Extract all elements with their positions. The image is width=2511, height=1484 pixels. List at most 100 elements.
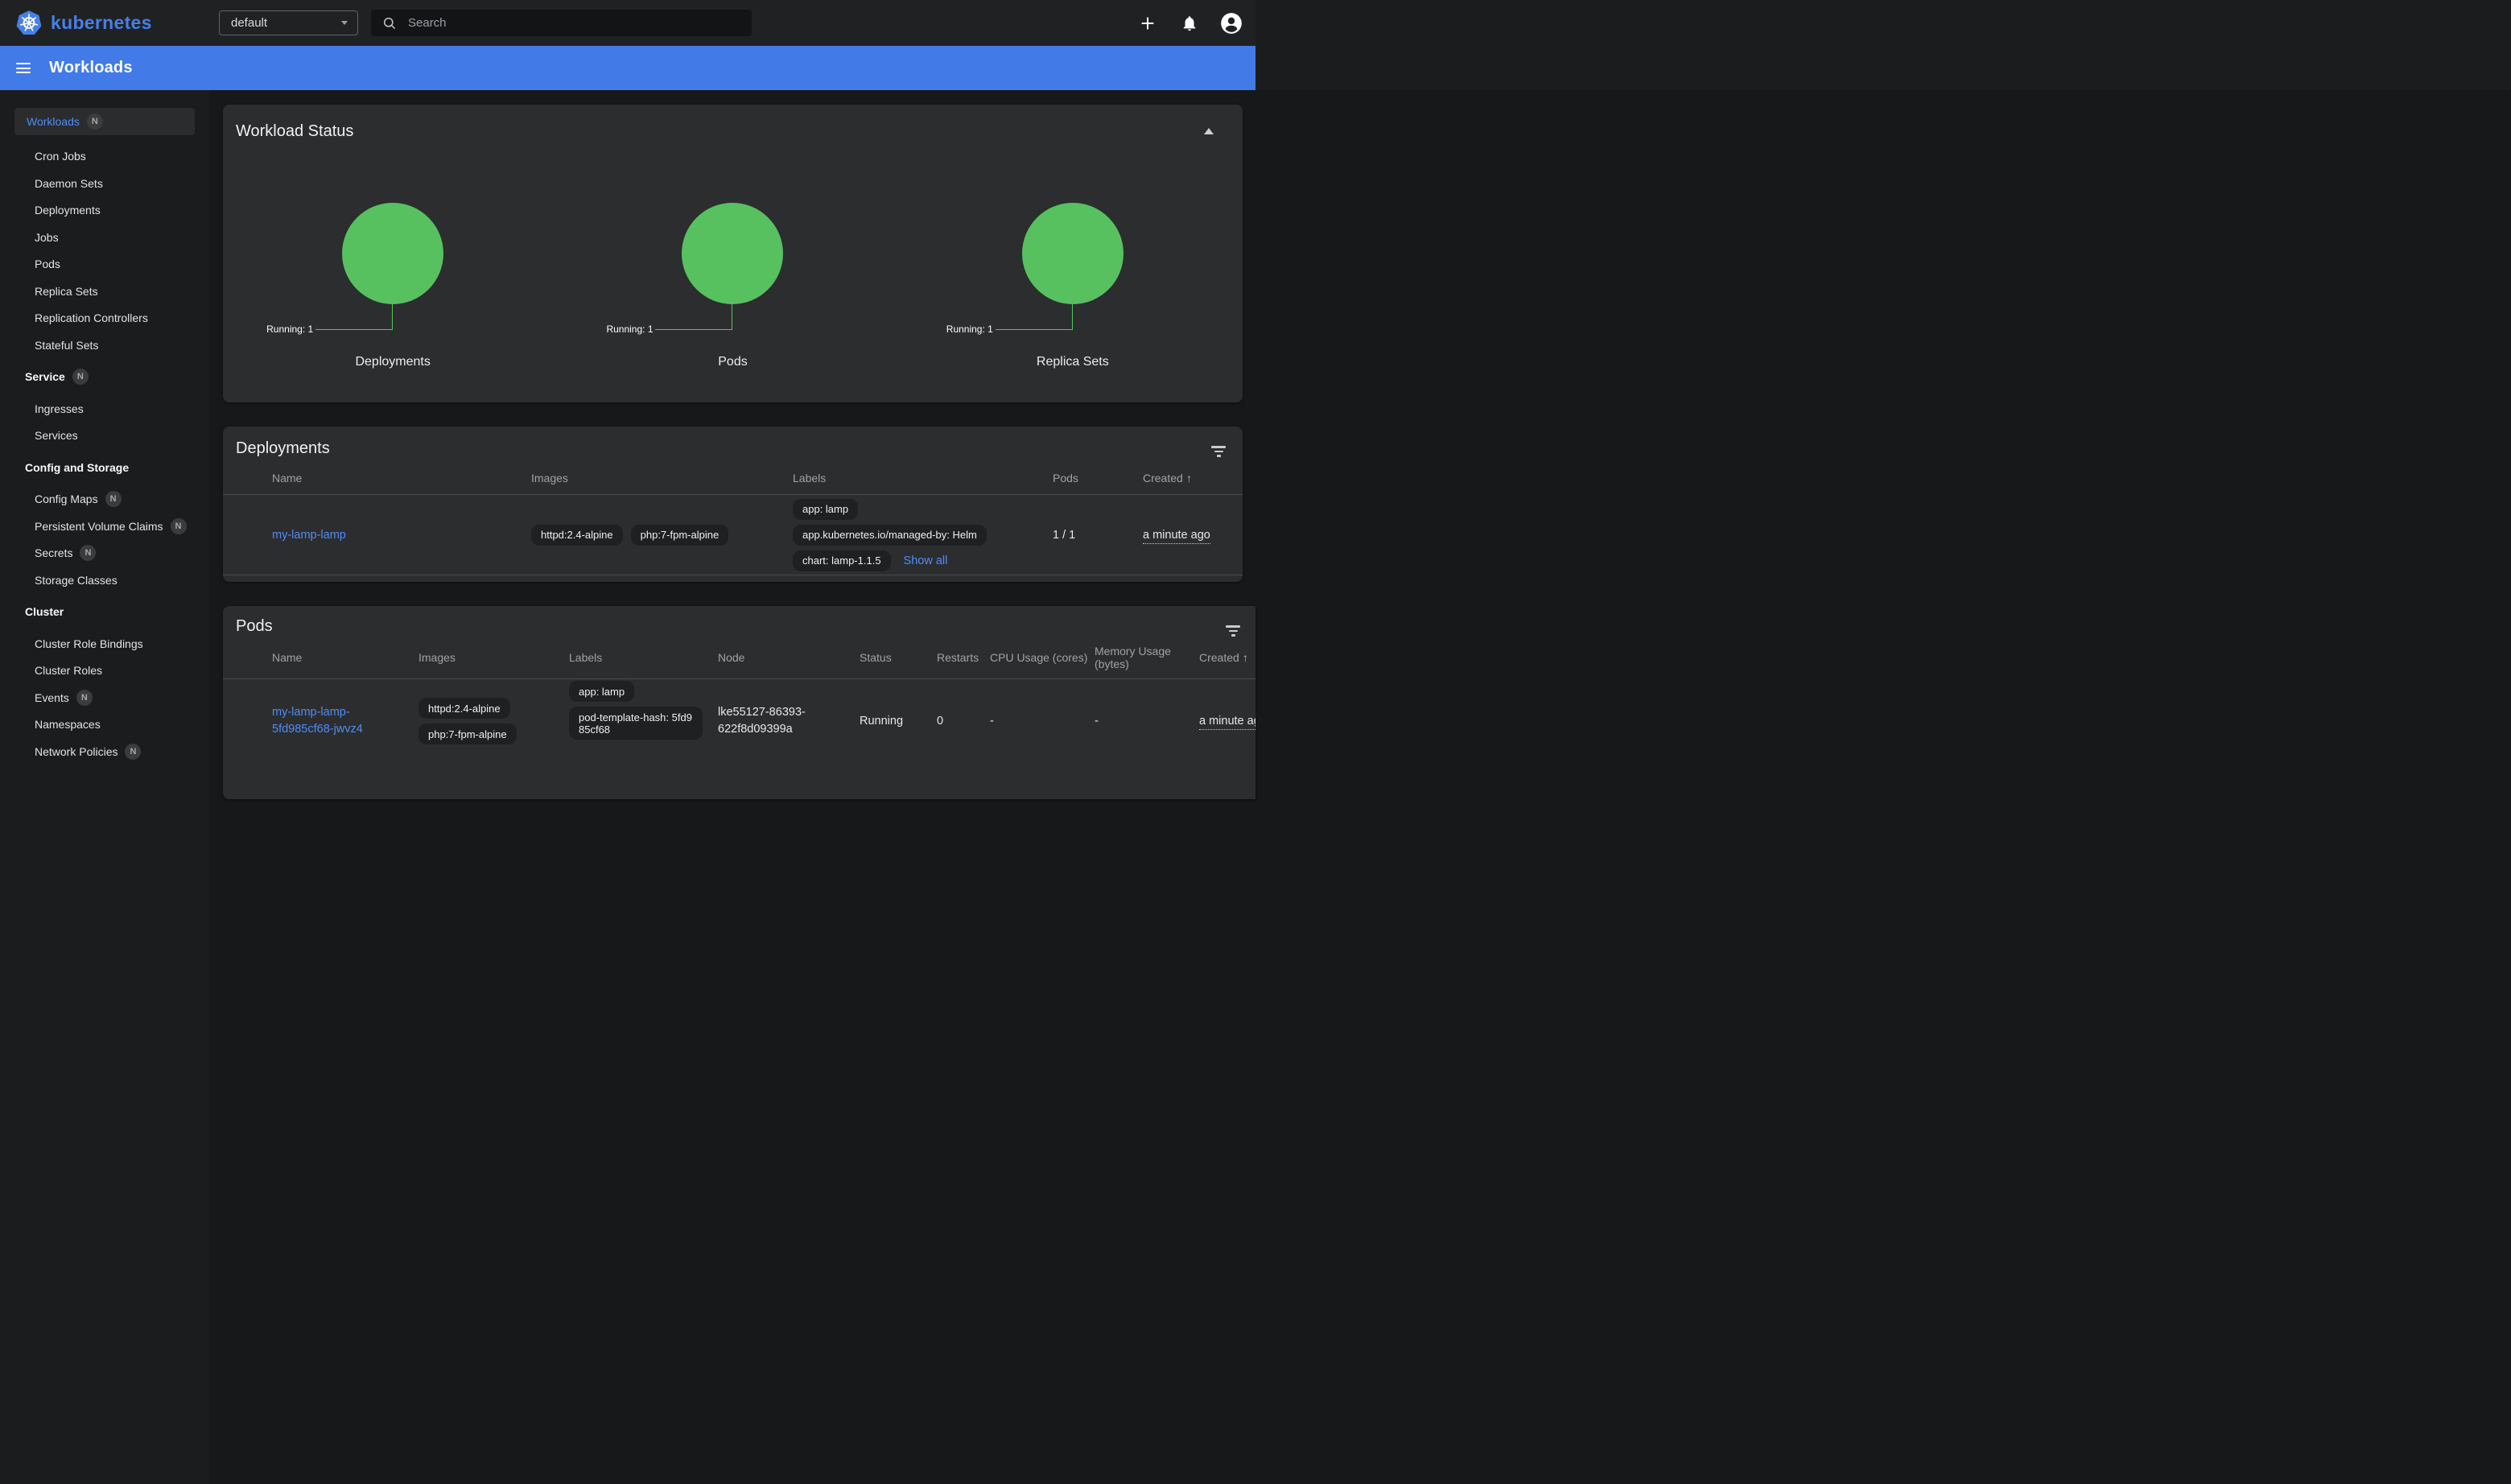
sidebar-item-workloads[interactable]: Workloads N (14, 108, 195, 135)
new-badge: N (171, 518, 187, 534)
pod-name-link[interactable]: my-lamp-lamp-5fd985cf68-jwvz4 (272, 706, 363, 736)
sidebar-item-label: Network Policies (35, 745, 118, 758)
sidebar-item-label: Stateful Sets (35, 339, 98, 352)
sidebar-item-events[interactable]: Events N (0, 684, 209, 711)
column-header-images[interactable]: Images (531, 472, 793, 484)
sidebar-item-stateful-sets[interactable]: Stateful Sets (0, 332, 209, 359)
account-button[interactable] (1219, 0, 1243, 46)
pie-running-slice (1022, 203, 1124, 304)
sidebar-item-persistent-volume-claims[interactable]: Persistent Volume Claims N (0, 513, 209, 540)
sidebar-item-replica-sets[interactable]: Replica Sets (0, 278, 209, 305)
pie-slice-label: Running: 1 (606, 324, 653, 335)
deployments-table-header: Name Images Labels Pods Created↑ (223, 461, 1243, 495)
node-name: lke55127-86393-622f8d09399a (718, 704, 839, 738)
new-badge: N (87, 113, 103, 130)
sidebar-item-service[interactable]: Service N (0, 364, 209, 391)
sidebar-item-cron-jobs[interactable]: Cron Jobs (0, 143, 209, 171)
notifications-button[interactable] (1177, 0, 1202, 46)
appbar: Workloads (0, 46, 1256, 90)
kubernetes-logo-icon (15, 10, 43, 37)
bell-icon (1181, 14, 1198, 32)
pod-cpu-usage: - (990, 715, 1095, 728)
pods-pie-chart: Running: 1 Pods (563, 141, 902, 390)
image-chip: httpd:2.4-alpine (418, 698, 510, 719)
sidebar-item-label: Events (35, 691, 69, 704)
column-header-images[interactable]: Images (418, 651, 569, 664)
pie-running-slice (342, 203, 443, 304)
create-resource-button[interactable] (1136, 0, 1160, 46)
namespace-selected-value: default (231, 16, 341, 30)
collapse-card-icon[interactable] (1204, 128, 1214, 134)
created-timestamp[interactable]: a minute ago (1143, 529, 1210, 544)
column-header-name[interactable]: Name (272, 472, 531, 484)
sidebar-item-ingresses[interactable]: Ingresses (0, 395, 209, 423)
sidebar-item-deployments[interactable]: Deployments (0, 197, 209, 225)
column-header-created[interactable]: Created ↑ (1199, 651, 1256, 664)
sidebar-item-daemon-sets[interactable]: Daemon Sets (0, 170, 209, 197)
search-bar[interactable] (371, 10, 752, 36)
filter-icon[interactable] (1211, 446, 1226, 460)
column-header-name[interactable]: Name (272, 651, 418, 664)
sidebar-item-config-maps[interactable]: Config Maps N (0, 486, 209, 513)
sidebar-item-services[interactable]: Services (0, 423, 209, 450)
sidebar-item-replication-controllers[interactable]: Replication Controllers (0, 305, 209, 332)
column-header-node[interactable]: Node (718, 651, 860, 664)
sidebar-item-label: Cluster Role Bindings (35, 637, 143, 650)
sidebar-section-config-and-storage[interactable]: Config and Storage (0, 454, 209, 481)
sidebar-item-network-policies[interactable]: Network Policies N (0, 738, 209, 765)
deployments-pie-chart: Running: 1 Deployments (223, 141, 563, 390)
sidebar-section-cluster[interactable]: Cluster (0, 599, 209, 626)
sidebar-item-namespaces[interactable]: Namespaces (0, 711, 209, 739)
page-title: Workloads (49, 59, 133, 77)
sidebar-item-storage-classes[interactable]: Storage Classes (0, 567, 209, 594)
sidebar-item-cluster-role-bindings[interactable]: Cluster Role Bindings (0, 630, 209, 657)
column-header-restarts[interactable]: Restarts (937, 651, 990, 664)
chevron-down-icon (341, 21, 348, 25)
kubernetes-home-link[interactable]: kubernetes (15, 9, 152, 37)
topbar: kubernetes default (0, 0, 1256, 46)
new-badge: N (80, 545, 96, 561)
sidebar-item-label: Secrets (35, 546, 72, 559)
menu-hamburger-icon[interactable] (16, 60, 31, 76)
pods-table-header: Name Images Labels Node Status Restarts … (223, 636, 1256, 679)
sidebar-item-pods[interactable]: Pods (0, 251, 209, 278)
sidebar-item-label: Storage Classes (35, 574, 118, 587)
image-chip: php:7-fpm-alpine (631, 525, 729, 546)
label-chip: app: lamp (793, 499, 858, 520)
namespace-select[interactable]: default (219, 10, 358, 35)
deployment-name-link[interactable]: my-lamp-lamp (272, 529, 346, 542)
show-all-labels-link[interactable]: Show all (904, 554, 948, 567)
new-badge: N (76, 690, 93, 706)
pod-memory-usage: - (1095, 715, 1199, 728)
sidebar-item-jobs[interactable]: Jobs (0, 224, 209, 251)
created-timestamp[interactable]: a minute ago (1199, 715, 1256, 730)
column-header-pods[interactable]: Pods (1053, 472, 1143, 484)
chart-title: Pods (563, 355, 902, 369)
column-header-status[interactable]: Status (860, 651, 937, 664)
brand-title: kubernetes (51, 12, 152, 34)
column-header-label: Created (1199, 651, 1239, 664)
main-content: Workload Status Running: 1 Deployments R… (209, 90, 2511, 1484)
column-header-created[interactable]: Created↑ (1143, 472, 1243, 484)
column-header-labels[interactable]: Labels (793, 472, 1053, 484)
image-chip: httpd:2.4-alpine (531, 525, 623, 546)
sidebar-item-label: Jobs (35, 231, 59, 244)
image-chip: php:7-fpm-alpine (418, 723, 517, 744)
workload-status-title: Workload Status (223, 105, 1243, 141)
sidebar-item-secrets[interactable]: Secrets N (0, 540, 209, 567)
sidebar-item-label: Deployments (35, 204, 101, 216)
search-input[interactable] (408, 16, 714, 30)
sidebar-item-label: Config Maps (35, 493, 98, 505)
column-header-memory-usage[interactable]: Memory Usage (bytes) (1095, 645, 1199, 670)
filter-icon[interactable] (1226, 625, 1240, 639)
column-header-cpu-usage[interactable]: CPU Usage (cores) (990, 651, 1095, 664)
sort-ascending-icon: ↑ (1243, 651, 1248, 664)
label-chip: app: lamp (569, 681, 634, 702)
column-header-labels[interactable]: Labels (569, 651, 718, 664)
pie-leader-line (655, 304, 732, 330)
sidebar-section-label: Service (25, 370, 65, 383)
new-badge: N (72, 369, 89, 385)
sidebar-item-cluster-roles[interactable]: Cluster Roles (0, 657, 209, 685)
search-icon (382, 16, 397, 31)
chart-title: Deployments (223, 355, 563, 369)
